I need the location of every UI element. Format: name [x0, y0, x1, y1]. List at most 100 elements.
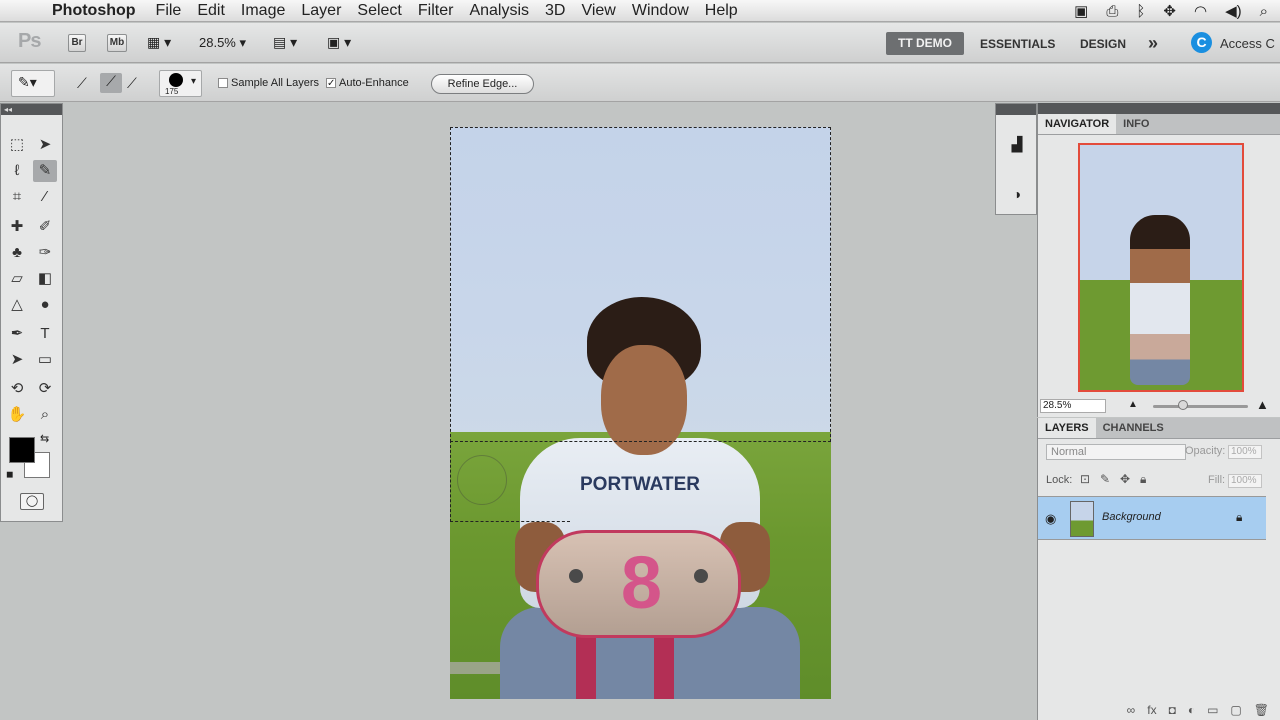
bluetooth-icon[interactable]: ᛒ: [1136, 3, 1145, 20]
rectangle-shape-icon[interactable]: ▭: [33, 349, 57, 371]
auto-enhance-checkbox[interactable]: ✓: [326, 78, 336, 89]
fill-field[interactable]: 100%: [1228, 474, 1262, 488]
adjustment-layer-icon[interactable]: ◐: [1188, 700, 1195, 720]
zoom-out-icon[interactable]: ▲: [1128, 399, 1138, 410]
apple-icon[interactable]: [16, 2, 34, 20]
adjustments-icon[interactable]: ◑: [1006, 184, 1028, 204]
quick-selection-tool-icon[interactable]: ✎: [33, 160, 57, 182]
menu-3d[interactable]: 3D: [537, 0, 573, 22]
quick-mask-icon[interactable]: ◯: [20, 493, 44, 510]
auto-enhance-option[interactable]: ✓ Auto-Enhance: [326, 77, 409, 89]
screen-record-icon[interactable]: ▣: [1074, 2, 1088, 20]
path-selection-icon[interactable]: ➤: [5, 349, 29, 371]
view-extras-icon[interactable]: ▦ ▾: [147, 34, 171, 51]
3d-rotate-icon[interactable]: ⟲: [5, 378, 29, 400]
launch-bridge-button[interactable]: Br: [68, 34, 86, 52]
crop-tool-icon[interactable]: ⌗: [5, 186, 29, 208]
menu-filter[interactable]: Filter: [410, 0, 462, 22]
menu-file[interactable]: File: [148, 0, 190, 22]
menu-photoshop[interactable]: Photoshop: [44, 0, 148, 22]
foreground-color-swatch[interactable]: [9, 437, 35, 463]
menu-analysis[interactable]: Analysis: [461, 0, 537, 22]
blend-mode-select[interactable]: Normal: [1046, 444, 1186, 460]
tool-preset-picker[interactable]: ✎▾: [11, 70, 55, 97]
volume-icon[interactable]: ◀): [1225, 2, 1242, 20]
arrange-documents-icon[interactable]: ▤ ▾: [273, 34, 297, 51]
workspace-design[interactable]: DESIGN: [1080, 37, 1126, 51]
layer-mask-icon[interactable]: ◘: [1169, 700, 1176, 720]
new-layer-icon[interactable]: ▢: [1230, 700, 1241, 720]
more-workspaces-icon[interactable]: »: [1148, 33, 1158, 54]
dodge-tool-icon[interactable]: ●: [33, 294, 57, 316]
clone-stamp-icon[interactable]: ♣: [5, 242, 29, 264]
workspace-tt-demo[interactable]: TT DEMO: [886, 32, 964, 55]
hand-tool-icon[interactable]: ✋: [5, 404, 29, 426]
screen-mode-icon[interactable]: ▣ ▾: [327, 34, 351, 51]
lock-position-icon[interactable]: ✥: [1120, 472, 1130, 486]
tab-layers[interactable]: LAYERS: [1038, 418, 1096, 438]
3d-orbit-icon[interactable]: ⟳: [33, 378, 57, 400]
menu-window[interactable]: Window: [624, 0, 697, 22]
brush-picker[interactable]: 175 ▾: [159, 70, 202, 97]
navigator-zoom-knob[interactable]: [1178, 400, 1188, 410]
move-tool-icon[interactable]: ➤: [33, 134, 57, 156]
zoom-in-icon[interactable]: ▲: [1256, 397, 1269, 412]
sample-all-layers-option[interactable]: Sample All Layers: [218, 77, 319, 89]
swap-colors-icon[interactable]: ⇆: [40, 432, 49, 445]
add-to-selection-icon[interactable]: ⟋: [100, 73, 122, 93]
tab-channels[interactable]: CHANNELS: [1096, 418, 1171, 438]
lock-all-icon[interactable]: 🔒︎: [1140, 472, 1146, 487]
brush-tool-icon[interactable]: ✐: [33, 216, 57, 238]
subtract-from-selection-icon[interactable]: ⟋: [127, 75, 137, 92]
lock-transparent-icon[interactable]: ⊡: [1080, 472, 1090, 486]
navigator-zoom-slider[interactable]: [1153, 405, 1248, 408]
gradient-tool-icon[interactable]: ◧: [33, 268, 57, 290]
lasso-tool-icon[interactable]: ℓ: [5, 160, 29, 182]
dock-header[interactable]: [996, 104, 1036, 115]
type-tool-icon[interactable]: T: [33, 323, 57, 345]
layer-row-background[interactable]: ◉ Background 🔒︎: [1038, 496, 1266, 540]
lock-image-icon[interactable]: ✎: [1100, 472, 1110, 486]
pen-tool-icon[interactable]: ✒: [5, 323, 29, 345]
history-brush-icon[interactable]: ✑: [33, 242, 57, 264]
navigator-zoom-field[interactable]: 28.5%: [1040, 399, 1106, 413]
zoom-level-select[interactable]: 28.5% ▾: [199, 35, 246, 51]
link-layers-icon[interactable]: ∞: [1127, 700, 1136, 720]
workspace-essentials[interactable]: ESSENTIALS: [980, 37, 1055, 51]
new-selection-icon[interactable]: ⟋: [77, 75, 87, 92]
eye-icon[interactable]: ◉: [1045, 511, 1056, 527]
menu-select[interactable]: Select: [349, 0, 409, 22]
opacity-field[interactable]: 100%: [1228, 445, 1262, 459]
layer-style-icon[interactable]: fx: [1147, 700, 1156, 720]
navigator-preview[interactable]: [1078, 143, 1244, 392]
default-colors-icon[interactable]: ◼: [6, 469, 13, 480]
delete-layer-icon[interactable]: 🗑︎: [1254, 700, 1269, 720]
eraser-tool-icon[interactable]: ▱: [5, 268, 29, 290]
spotlight-search-icon[interactable]: ⌕: [1260, 3, 1268, 20]
menu-view[interactable]: View: [573, 0, 623, 22]
new-group-icon[interactable]: ▭: [1207, 700, 1218, 720]
mini-bridge-button[interactable]: Mb: [107, 34, 127, 52]
menu-layer[interactable]: Layer: [293, 0, 349, 22]
zoom-tool-icon[interactable]: ⌕: [33, 404, 57, 426]
wifi-icon[interactable]: ◠: [1194, 2, 1207, 20]
histogram-icon[interactable]: ▟: [1006, 134, 1028, 154]
eyedropper-tool-icon[interactable]: ⁄: [33, 186, 57, 208]
cs-live-icon[interactable]: C: [1191, 32, 1212, 53]
menu-help[interactable]: Help: [697, 0, 746, 22]
tab-info[interactable]: INFO: [1116, 114, 1156, 134]
printer-icon[interactable]: ⎙: [1106, 3, 1118, 20]
healing-brush-icon[interactable]: ✚: [5, 216, 29, 238]
sample-all-layers-checkbox[interactable]: [218, 78, 228, 88]
menu-image[interactable]: Image: [233, 0, 293, 22]
navigator-panel-header[interactable]: [1038, 103, 1280, 114]
cs-live-access[interactable]: Access C: [1220, 36, 1275, 51]
refine-edge-button[interactable]: Refine Edge...: [431, 74, 534, 94]
tab-navigator[interactable]: NAVIGATOR: [1038, 114, 1117, 134]
move-icon[interactable]: ✥: [1163, 2, 1176, 20]
rectangular-marquee-icon[interactable]: ⬚: [5, 134, 29, 156]
menu-edit[interactable]: Edit: [189, 0, 233, 22]
blur-tool-icon[interactable]: △: [5, 294, 29, 316]
tools-panel-header[interactable]: ◂◂: [1, 104, 62, 115]
layer-name[interactable]: Background: [1102, 511, 1161, 523]
